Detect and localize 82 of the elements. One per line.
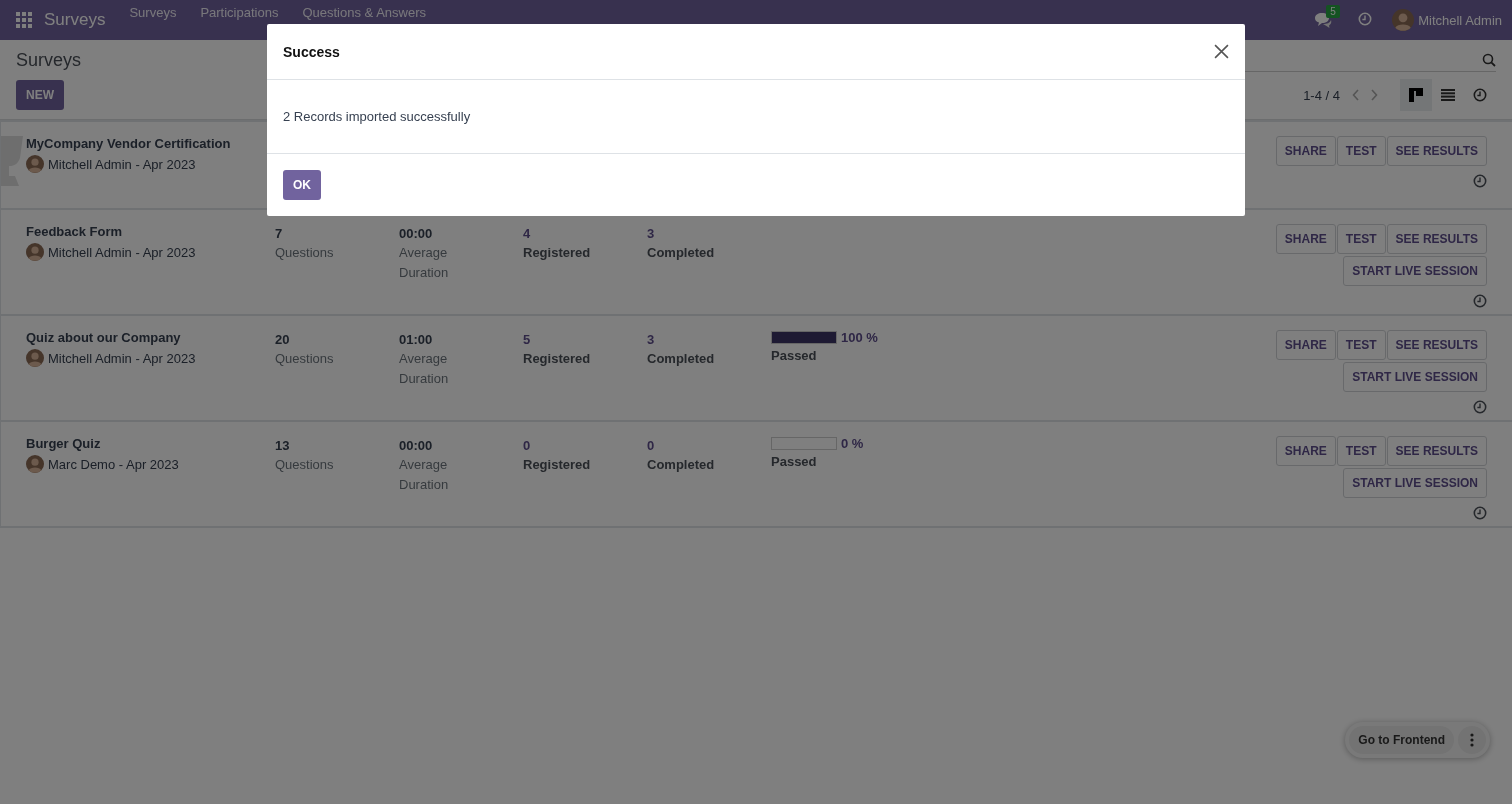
- avatar-icon: [1392, 9, 1415, 31]
- survey-title[interactable]: Burger Quiz: [26, 436, 275, 451]
- stat-label: Completed: [647, 244, 716, 262]
- stat-label: Questions: [275, 244, 335, 262]
- survey-action-button[interactable]: SEE RESULTS: [1386, 330, 1487, 360]
- avatar-icon: [26, 455, 44, 473]
- survey-action-button[interactable]: TEST: [1336, 224, 1386, 254]
- stat-label: Registered: [523, 244, 592, 262]
- stat-label: Average Duration: [399, 350, 450, 388]
- survey-action-button[interactable]: SEE RESULTS: [1386, 436, 1487, 466]
- clock-icon[interactable]: [1473, 88, 1487, 102]
- survey-action-button[interactable]: START LIVE SESSION: [1343, 256, 1487, 286]
- stat-value: 00:00: [399, 225, 434, 243]
- close-button[interactable]: [1214, 44, 1229, 59]
- survey-action-button[interactable]: SEE RESULTS: [1386, 224, 1487, 254]
- go-to-frontend-button[interactable]: Go to Frontend: [1349, 726, 1454, 754]
- clock-icon[interactable]: [1473, 294, 1487, 308]
- clock-icon[interactable]: [1473, 400, 1487, 414]
- menu-item[interactable]: Questions & Answers: [302, 0, 426, 20]
- message-count-badge: 5: [1326, 5, 1340, 18]
- menu-item[interactable]: Participations: [200, 0, 279, 20]
- survey-title[interactable]: Quiz about our Company: [26, 330, 275, 345]
- survey-action-button[interactable]: TEST: [1336, 436, 1386, 466]
- survey-action-button[interactable]: SEE RESULTS: [1386, 136, 1487, 166]
- success-rate-value: 100 %: [841, 330, 878, 345]
- menu-item[interactable]: Surveys: [129, 0, 177, 20]
- close-icon: [1214, 44, 1229, 59]
- app-name[interactable]: Surveys: [44, 10, 106, 30]
- list-icon: [1441, 89, 1455, 101]
- survey-action-button[interactable]: TEST: [1336, 136, 1386, 166]
- stat-value[interactable]: 4: [523, 224, 647, 243]
- stat-value[interactable]: 0: [647, 436, 771, 455]
- stat-value[interactable]: 3: [647, 330, 771, 349]
- stat-label: Questions: [275, 350, 335, 368]
- search-icon: [1482, 52, 1496, 67]
- success-rate-label: Passed: [771, 453, 818, 471]
- stat-label: Average Duration: [399, 456, 450, 494]
- stat-value: 13: [275, 437, 291, 455]
- author-date: Marc Demo - Apr 2023: [48, 456, 179, 472]
- stat-value: 01:00: [399, 331, 434, 349]
- survey-action-button[interactable]: SHARE: [1275, 136, 1336, 166]
- more-options-button[interactable]: [1458, 726, 1486, 754]
- survey-action-button[interactable]: SHARE: [1275, 224, 1336, 254]
- stat-label: Questions: [275, 456, 335, 474]
- success-rate-label: Passed: [771, 347, 818, 365]
- stat-value[interactable]: 3: [647, 224, 771, 243]
- survey-title[interactable]: Feedback Form: [26, 224, 275, 239]
- stat-value[interactable]: 5: [523, 330, 647, 349]
- stat-label: Registered: [523, 350, 592, 368]
- stat-value: 00:00: [399, 437, 434, 455]
- kebab-icon: [1470, 733, 1474, 747]
- stat-value: 7: [275, 225, 284, 243]
- avatar-icon: [26, 349, 44, 367]
- stat-label: Registered: [523, 456, 592, 474]
- clock-icon[interactable]: [1473, 506, 1487, 520]
- stat-value: 20: [275, 331, 291, 349]
- author-date: Mitchell Admin - Apr 2023: [48, 156, 196, 172]
- breadcrumb: Surveys: [16, 49, 82, 71]
- author-date: Mitchell Admin - Apr 2023: [48, 350, 196, 366]
- survey-action-button[interactable]: START LIVE SESSION: [1343, 362, 1487, 392]
- avatar-icon: [26, 243, 44, 261]
- dialog-message: 2 Records imported successfully: [283, 109, 471, 124]
- success-rate-value: 0 %: [841, 436, 864, 451]
- survey-action-button[interactable]: SHARE: [1275, 436, 1336, 466]
- stat-value[interactable]: 0: [523, 436, 647, 455]
- new-button[interactable]: NEW: [16, 80, 64, 110]
- pager-value[interactable]: 1-4 / 4: [1303, 87, 1340, 103]
- stat-label: Completed: [647, 456, 716, 474]
- stat-label: Completed: [647, 350, 716, 368]
- stat-label: Average Duration: [399, 244, 450, 282]
- view-switch-button[interactable]: [1400, 79, 1432, 111]
- apps-menu-icon[interactable]: [16, 12, 32, 28]
- dialog-title: Success: [283, 43, 340, 60]
- author-date: Mitchell Admin - Apr 2023: [48, 244, 196, 260]
- survey-action-button[interactable]: TEST: [1336, 330, 1386, 360]
- survey-action-button[interactable]: START LIVE SESSION: [1343, 468, 1487, 498]
- user-name[interactable]: Mitchell Admin: [1418, 12, 1502, 28]
- survey-action-button[interactable]: SHARE: [1275, 330, 1336, 360]
- ok-button[interactable]: OK: [283, 170, 321, 200]
- avatar-icon: [26, 155, 44, 173]
- kanban-icon: [1409, 88, 1423, 102]
- clock-icon[interactable]: [1473, 174, 1487, 188]
